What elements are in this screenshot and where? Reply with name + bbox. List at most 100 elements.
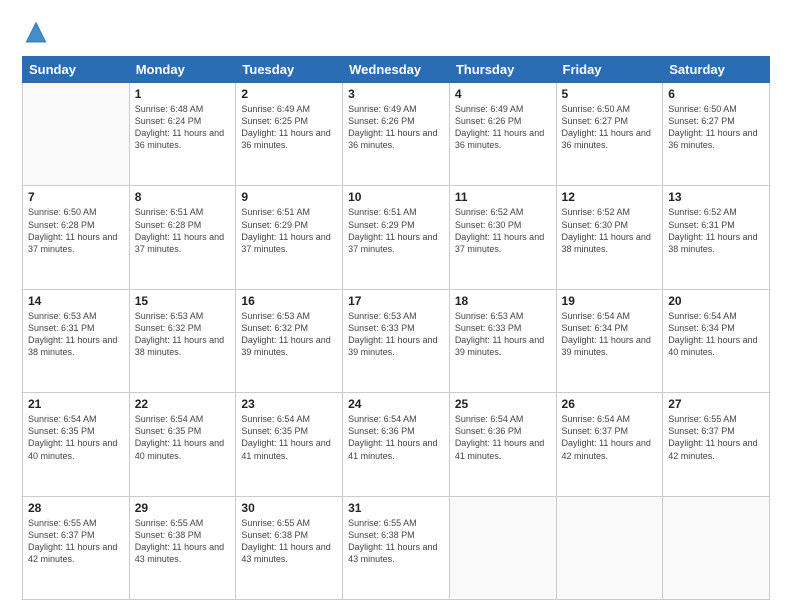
day-info: Sunrise: 6:52 AMSunset: 6:30 PMDaylight:…	[562, 206, 658, 255]
day-number: 5	[562, 87, 658, 101]
day-number: 6	[668, 87, 764, 101]
calendar-week-row: 1 Sunrise: 6:48 AMSunset: 6:24 PMDaylight…	[23, 83, 770, 186]
calendar-day-cell: 19 Sunrise: 6:54 AMSunset: 6:34 PMDayligh…	[556, 289, 663, 392]
day-info: Sunrise: 6:49 AMSunset: 6:25 PMDaylight:…	[241, 103, 337, 152]
day-number: 24	[348, 397, 444, 411]
day-info: Sunrise: 6:55 AMSunset: 6:38 PMDaylight:…	[348, 517, 444, 566]
day-info: Sunrise: 6:53 AMSunset: 6:33 PMDaylight:…	[455, 310, 551, 359]
calendar-day-cell: 3 Sunrise: 6:49 AMSunset: 6:26 PMDaylight…	[343, 83, 450, 186]
day-info: Sunrise: 6:54 AMSunset: 6:36 PMDaylight:…	[455, 413, 551, 462]
calendar-day-header: Thursday	[449, 57, 556, 83]
day-info: Sunrise: 6:52 AMSunset: 6:31 PMDaylight:…	[668, 206, 764, 255]
day-info: Sunrise: 6:54 AMSunset: 6:35 PMDaylight:…	[241, 413, 337, 462]
calendar-day-cell: 14 Sunrise: 6:53 AMSunset: 6:31 PMDayligh…	[23, 289, 130, 392]
day-number: 17	[348, 294, 444, 308]
calendar-day-cell: 17 Sunrise: 6:53 AMSunset: 6:33 PMDayligh…	[343, 289, 450, 392]
calendar-table: SundayMondayTuesdayWednesdayThursdayFrid…	[22, 56, 770, 600]
day-info: Sunrise: 6:54 AMSunset: 6:37 PMDaylight:…	[562, 413, 658, 462]
day-info: Sunrise: 6:55 AMSunset: 6:38 PMDaylight:…	[135, 517, 231, 566]
calendar-day-cell: 2 Sunrise: 6:49 AMSunset: 6:25 PMDaylight…	[236, 83, 343, 186]
calendar-day-cell: 24 Sunrise: 6:54 AMSunset: 6:36 PMDayligh…	[343, 393, 450, 496]
calendar-day-cell: 13 Sunrise: 6:52 AMSunset: 6:31 PMDayligh…	[663, 186, 770, 289]
day-info: Sunrise: 6:54 AMSunset: 6:35 PMDaylight:…	[28, 413, 124, 462]
day-number: 21	[28, 397, 124, 411]
day-number: 9	[241, 190, 337, 204]
calendar-week-row: 7 Sunrise: 6:50 AMSunset: 6:28 PMDaylight…	[23, 186, 770, 289]
day-number: 14	[28, 294, 124, 308]
calendar-day-cell: 6 Sunrise: 6:50 AMSunset: 6:27 PMDaylight…	[663, 83, 770, 186]
day-number: 28	[28, 501, 124, 515]
calendar-day-cell: 21 Sunrise: 6:54 AMSunset: 6:35 PMDayligh…	[23, 393, 130, 496]
calendar-day-cell: 25 Sunrise: 6:54 AMSunset: 6:36 PMDayligh…	[449, 393, 556, 496]
day-number: 23	[241, 397, 337, 411]
day-info: Sunrise: 6:50 AMSunset: 6:27 PMDaylight:…	[668, 103, 764, 152]
day-info: Sunrise: 6:54 AMSunset: 6:36 PMDaylight:…	[348, 413, 444, 462]
calendar-day-cell	[449, 496, 556, 599]
calendar-day-header: Sunday	[23, 57, 130, 83]
calendar-day-header: Monday	[129, 57, 236, 83]
calendar-day-cell: 22 Sunrise: 6:54 AMSunset: 6:35 PMDayligh…	[129, 393, 236, 496]
calendar-day-cell: 8Sunrise: 6:51 AMSunset: 6:28 PMDaylight…	[129, 186, 236, 289]
day-number: 26	[562, 397, 658, 411]
day-number: 16	[241, 294, 337, 308]
calendar-day-header: Wednesday	[343, 57, 450, 83]
day-info: Sunrise: 6:54 AMSunset: 6:34 PMDaylight:…	[562, 310, 658, 359]
day-info: Sunrise: 6:53 AMSunset: 6:31 PMDaylight:…	[28, 310, 124, 359]
calendar-week-row: 14 Sunrise: 6:53 AMSunset: 6:31 PMDayligh…	[23, 289, 770, 392]
day-number: 20	[668, 294, 764, 308]
day-number: 13	[668, 190, 764, 204]
day-number: 1	[135, 87, 231, 101]
calendar-day-cell: 26 Sunrise: 6:54 AMSunset: 6:37 PMDayligh…	[556, 393, 663, 496]
day-number: 25	[455, 397, 551, 411]
calendar-day-cell: 4 Sunrise: 6:49 AMSunset: 6:26 PMDaylight…	[449, 83, 556, 186]
calendar-day-cell: 30Sunrise: 6:55 AMSunset: 6:38 PMDayligh…	[236, 496, 343, 599]
day-info: Sunrise: 6:54 AMSunset: 6:34 PMDaylight:…	[668, 310, 764, 359]
day-info: Sunrise: 6:53 AMSunset: 6:33 PMDaylight:…	[348, 310, 444, 359]
logo	[22, 18, 54, 46]
day-number: 19	[562, 294, 658, 308]
calendar-day-cell: 15 Sunrise: 6:53 AMSunset: 6:32 PMDayligh…	[129, 289, 236, 392]
day-number: 2	[241, 87, 337, 101]
calendar-day-cell: 29Sunrise: 6:55 AMSunset: 6:38 PMDayligh…	[129, 496, 236, 599]
day-number: 12	[562, 190, 658, 204]
calendar-day-header: Tuesday	[236, 57, 343, 83]
day-number: 15	[135, 294, 231, 308]
day-number: 4	[455, 87, 551, 101]
day-info: Sunrise: 6:51 AMSunset: 6:29 PMDaylight:…	[348, 206, 444, 255]
calendar-day-cell: 16Sunrise: 6:53 AMSunset: 6:32 PMDayligh…	[236, 289, 343, 392]
calendar-day-header: Friday	[556, 57, 663, 83]
day-number: 18	[455, 294, 551, 308]
day-info: Sunrise: 6:49 AMSunset: 6:26 PMDaylight:…	[455, 103, 551, 152]
calendar-day-cell: 5 Sunrise: 6:50 AMSunset: 6:27 PMDaylight…	[556, 83, 663, 186]
calendar-day-cell: 20 Sunrise: 6:54 AMSunset: 6:34 PMDayligh…	[663, 289, 770, 392]
day-info: Sunrise: 6:55 AMSunset: 6:37 PMDaylight:…	[28, 517, 124, 566]
day-number: 27	[668, 397, 764, 411]
calendar-day-cell: 10 Sunrise: 6:51 AMSunset: 6:29 PMDayligh…	[343, 186, 450, 289]
day-number: 31	[348, 501, 444, 515]
calendar-day-cell: 18 Sunrise: 6:53 AMSunset: 6:33 PMDayligh…	[449, 289, 556, 392]
calendar-day-cell	[556, 496, 663, 599]
calendar-header-row: SundayMondayTuesdayWednesdayThursdayFrid…	[23, 57, 770, 83]
day-info: Sunrise: 6:48 AMSunset: 6:24 PMDaylight:…	[135, 103, 231, 152]
day-number: 11	[455, 190, 551, 204]
logo-icon	[22, 18, 50, 46]
day-info: Sunrise: 6:53 AMSunset: 6:32 PMDaylight:…	[135, 310, 231, 359]
day-info: Sunrise: 6:55 AMSunset: 6:37 PMDaylight:…	[668, 413, 764, 462]
calendar-week-row: 28 Sunrise: 6:55 AMSunset: 6:37 PMDayligh…	[23, 496, 770, 599]
day-info: Sunrise: 6:55 AMSunset: 6:38 PMDaylight:…	[241, 517, 337, 566]
day-number: 10	[348, 190, 444, 204]
calendar-week-row: 21 Sunrise: 6:54 AMSunset: 6:35 PMDayligh…	[23, 393, 770, 496]
calendar-day-cell: 1 Sunrise: 6:48 AMSunset: 6:24 PMDaylight…	[129, 83, 236, 186]
day-info: Sunrise: 6:52 AMSunset: 6:30 PMDaylight:…	[455, 206, 551, 255]
day-info: Sunrise: 6:50 AMSunset: 6:28 PMDaylight:…	[28, 206, 124, 255]
day-info: Sunrise: 6:50 AMSunset: 6:27 PMDaylight:…	[562, 103, 658, 152]
calendar-day-cell: 9Sunrise: 6:51 AMSunset: 6:29 PMDaylight…	[236, 186, 343, 289]
day-number: 7	[28, 190, 124, 204]
day-info: Sunrise: 6:54 AMSunset: 6:35 PMDaylight:…	[135, 413, 231, 462]
calendar-day-cell: 7 Sunrise: 6:50 AMSunset: 6:28 PMDaylight…	[23, 186, 130, 289]
day-number: 22	[135, 397, 231, 411]
calendar-day-cell: 28 Sunrise: 6:55 AMSunset: 6:37 PMDayligh…	[23, 496, 130, 599]
day-info: Sunrise: 6:49 AMSunset: 6:26 PMDaylight:…	[348, 103, 444, 152]
calendar-day-cell	[663, 496, 770, 599]
day-number: 3	[348, 87, 444, 101]
